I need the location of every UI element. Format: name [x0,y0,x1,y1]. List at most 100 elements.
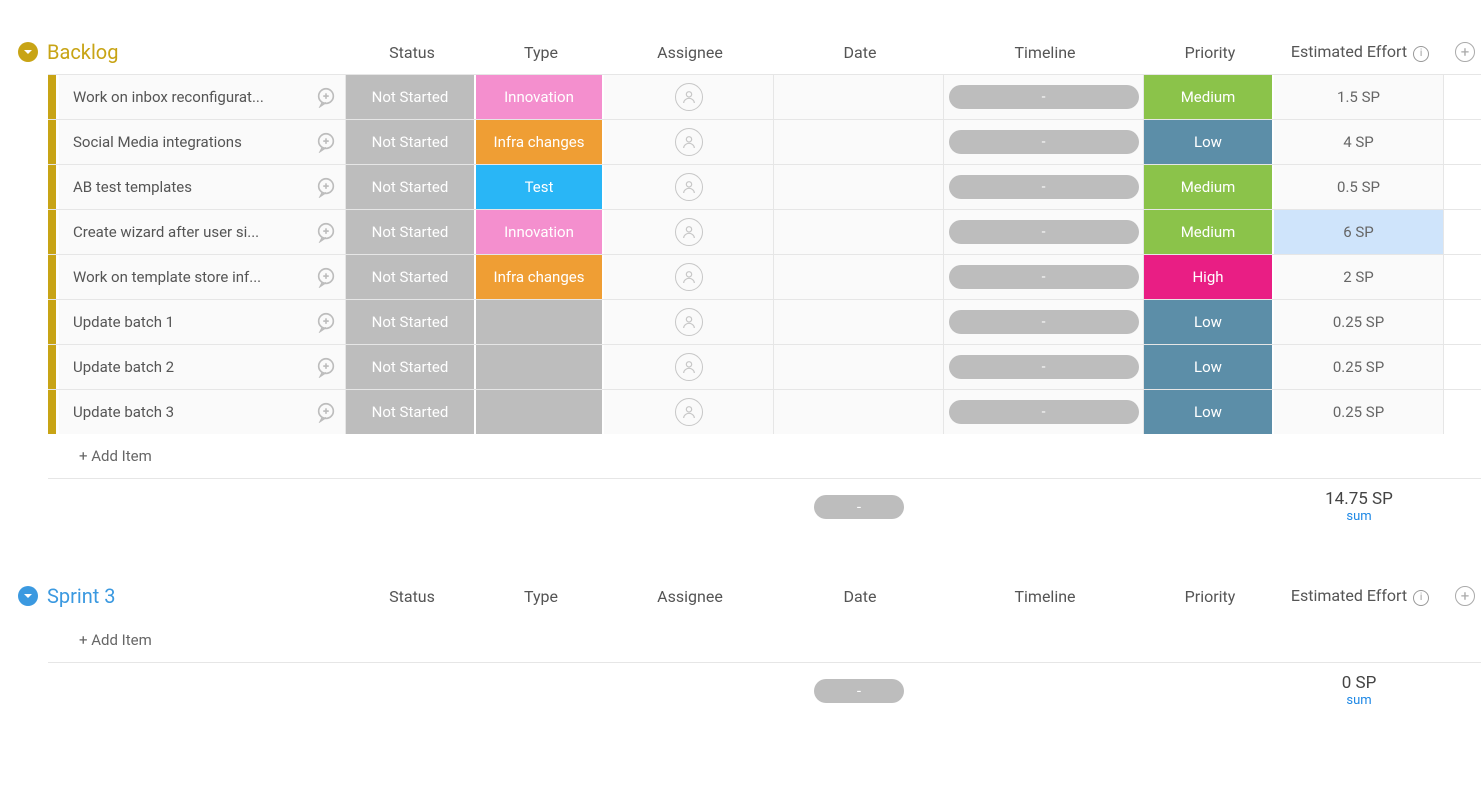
info-icon[interactable]: i [1413,46,1429,62]
column-header-effort[interactable]: Estimated Effort i [1275,42,1445,62]
collapse-toggle[interactable] [18,586,38,606]
timeline-cell[interactable]: - [944,345,1144,389]
collapse-toggle[interactable] [18,42,38,62]
add-comment-icon[interactable] [313,221,339,243]
row-handle[interactable] [48,75,56,119]
assignee-cell[interactable] [604,75,774,119]
row-title-cell[interactable]: Social Media integrations [59,120,346,164]
add-comment-icon[interactable] [313,131,339,153]
effort-cell[interactable]: 2 SP [1274,255,1444,299]
status-cell[interactable]: Not Started [346,165,476,209]
timeline-cell[interactable]: - [944,120,1144,164]
timeline-cell[interactable]: - [944,300,1144,344]
summary-date[interactable]: - [774,489,944,524]
add-comment-icon[interactable] [313,401,339,423]
row-handle[interactable] [48,210,56,254]
column-header-status[interactable]: Status [347,43,477,62]
status-cell[interactable]: Not Started [346,255,476,299]
add-column-button[interactable]: + [1445,42,1481,62]
group-title[interactable]: Sprint 3 [47,584,347,608]
column-header-type[interactable]: Type [477,587,605,606]
table-row[interactable]: Update batch 3Not Started -Low0.25 SP [48,389,1481,434]
row-handle[interactable] [48,120,56,164]
priority-cell[interactable]: High [1144,255,1274,299]
status-cell[interactable]: Not Started [346,345,476,389]
effort-cell[interactable]: 0.5 SP [1274,165,1444,209]
effort-cell[interactable]: 0.25 SP [1274,390,1444,434]
column-header-priority[interactable]: Priority [1145,587,1275,606]
row-handle[interactable] [48,345,56,389]
row-title-cell[interactable]: Create wizard after user si... [59,210,346,254]
status-cell[interactable]: Not Started [346,210,476,254]
type-cell[interactable] [476,345,604,389]
type-cell[interactable]: Infra changes [476,120,604,164]
add-comment-icon[interactable] [313,266,339,288]
row-handle[interactable] [48,300,56,344]
table-row[interactable]: AB test templatesNot StartedTest -Medium0… [48,164,1481,209]
column-header-date[interactable]: Date [775,587,945,606]
priority-cell[interactable]: Medium [1144,210,1274,254]
add-item-row[interactable]: + Add Item [48,434,1481,479]
priority-cell[interactable]: Low [1144,345,1274,389]
date-cell[interactable] [774,165,944,209]
table-row[interactable]: Social Media integrationsNot StartedInfr… [48,119,1481,164]
table-row[interactable]: Work on template store inf...Not Started… [48,254,1481,299]
effort-cell[interactable]: 0.25 SP [1274,300,1444,344]
effort-sum[interactable]: 14.75 SPsum [1274,489,1444,524]
row-title-cell[interactable]: Update batch 2 [59,345,346,389]
timeline-cell[interactable]: - [944,210,1144,254]
add-comment-icon[interactable] [313,356,339,378]
row-handle[interactable] [48,390,56,434]
timeline-cell[interactable]: - [944,255,1144,299]
date-cell[interactable] [774,120,944,164]
type-cell[interactable]: Innovation [476,210,604,254]
priority-cell[interactable]: Low [1144,120,1274,164]
type-cell[interactable]: Infra changes [476,255,604,299]
group-title[interactable]: Backlog [47,40,347,64]
priority-cell[interactable]: Medium [1144,165,1274,209]
date-cell[interactable] [774,255,944,299]
column-header-type[interactable]: Type [477,43,605,62]
row-handle[interactable] [48,165,56,209]
row-title-cell[interactable]: Update batch 1 [59,300,346,344]
effort-cell[interactable]: 1.5 SP [1274,75,1444,119]
status-cell[interactable]: Not Started [346,300,476,344]
row-title-cell[interactable]: Update batch 3 [59,390,346,434]
info-icon[interactable]: i [1413,590,1429,606]
column-header-priority[interactable]: Priority [1145,43,1275,62]
timeline-cell[interactable]: - [944,390,1144,434]
type-cell[interactable]: Test [476,165,604,209]
assignee-cell[interactable] [604,300,774,344]
type-cell[interactable] [476,390,604,434]
status-cell[interactable]: Not Started [346,120,476,164]
add-comment-icon[interactable] [313,176,339,198]
priority-cell[interactable]: Low [1144,390,1274,434]
type-cell[interactable] [476,300,604,344]
priority-cell[interactable]: Low [1144,300,1274,344]
row-title-cell[interactable]: Work on inbox reconfigurat... [59,75,346,119]
effort-cell[interactable]: 4 SP [1274,120,1444,164]
column-header-timeline[interactable]: Timeline [945,43,1145,62]
status-cell[interactable]: Not Started [346,390,476,434]
effort-cell[interactable]: 6 SP [1274,210,1444,254]
column-header-assignee[interactable]: Assignee [605,587,775,606]
table-row[interactable]: Update batch 2Not Started-Low0.25 SP [48,344,1481,389]
assignee-cell[interactable] [604,165,774,209]
column-header-assignee[interactable]: Assignee [605,43,775,62]
timeline-cell[interactable]: - [944,165,1144,209]
row-title-cell[interactable]: AB test templates [59,165,346,209]
add-item-row[interactable]: + Add Item [48,618,1481,663]
date-cell[interactable] [774,345,944,389]
column-header-date[interactable]: Date [775,43,945,62]
table-row[interactable]: Update batch 1Not Started -Low0.25 SP [48,299,1481,344]
date-cell[interactable] [774,300,944,344]
table-row[interactable]: Work on inbox reconfigurat...Not Started… [48,74,1481,119]
row-handle[interactable] [48,255,56,299]
date-cell[interactable] [774,390,944,434]
column-header-timeline[interactable]: Timeline [945,587,1145,606]
table-row[interactable]: Create wizard after user si...Not Starte… [48,209,1481,254]
status-cell[interactable]: Not Started [346,75,476,119]
type-cell[interactable]: Innovation [476,75,604,119]
add-comment-icon[interactable] [313,311,339,333]
timeline-cell[interactable]: - [944,75,1144,119]
